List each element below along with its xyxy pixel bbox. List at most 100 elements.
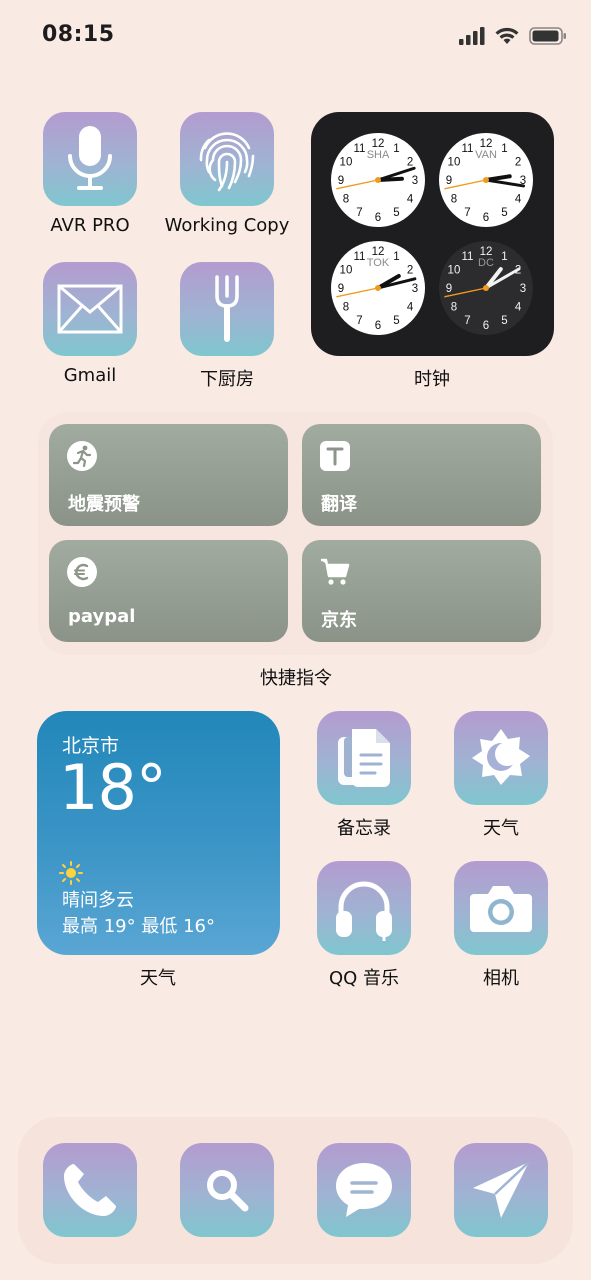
shortcut-translate[interactable]: 翻译 [302,424,541,526]
clock-numeral: 7 [464,315,470,327]
send-app-button[interactable] [454,1143,548,1237]
battery-icon [529,27,566,45]
clock-numeral: 9 [338,283,344,295]
fingerprint-icon [199,132,255,192]
xiachufang-app-button[interactable] [180,262,274,356]
clock-numeral: 6 [375,212,381,224]
clock-numeral: 11 [354,143,366,155]
search-app-button[interactable] [180,1143,274,1237]
weather-widget[interactable]: 北京市 18° 晴间多云 最高 19° 最低 16° [37,711,280,955]
gmail-app-button[interactable] [43,262,137,356]
status-icons [459,26,567,46]
clock-city-label: VAN [475,149,497,161]
shortcut-label: 京东 [321,610,357,631]
clock-numeral: 7 [356,315,362,327]
app-label: Gmail [63,365,117,386]
clock-numeral: 3 [412,175,418,187]
clock-numeral: 10 [448,265,461,277]
status-time: 08:15 [42,22,115,47]
analog-clock-face: 12 1234567891011SHA [331,133,425,227]
headphones-icon [336,881,392,941]
camera-icon [470,886,532,932]
clock-numeral: 1 [501,251,507,263]
shortcut-label: 地震预警 [68,494,140,515]
clock-numeral: 11 [462,143,474,155]
text-t-icon [320,441,350,471]
app-label: Working Copy [164,215,290,236]
qq-music-app-button[interactable] [317,861,411,955]
clock-numeral: 2 [407,157,413,169]
shortcut-jd[interactable]: 京东 [302,540,541,642]
cellular-signal-icon [459,27,485,45]
message-icon [336,1163,392,1217]
clock-numeral: 8 [343,302,349,314]
clock-numeral: 10 [340,265,353,277]
microphone-icon [68,126,112,190]
messages-app-button[interactable] [317,1143,411,1237]
clock-numeral: 6 [483,212,489,224]
phone-icon [64,1164,116,1216]
clock-faces: 12 1234567891011SHA12 1234567891011VAN12 12… [331,133,533,335]
envelope-icon [57,284,123,334]
weather-app-button[interactable] [454,711,548,805]
app-label: 相机 [483,968,519,989]
world-clock-widget[interactable]: 12 1 2 3 4 5 6 7 8 9 10 11 SHA 12 1 2 3 4 5 6 7 8 9 10 11 VAN 12 1 2… [311,112,554,356]
documents-icon [338,729,390,787]
clock-numeral: 11 [462,251,474,263]
clock-numeral: 3 [520,283,526,295]
app-label: 下厨房 [200,369,254,390]
clock-numeral: 2 [515,157,521,169]
app-label: QQ 音乐 [328,968,400,989]
clock-numeral: 6 [375,320,381,332]
shortcut-label: 翻译 [321,494,357,515]
clock-numeral: 1 [393,251,399,263]
shortcuts-widget: 地震预警 翻译 paypal 京东 [38,412,553,655]
search-icon [207,1170,249,1212]
working-copy-app-button[interactable] [180,112,274,206]
clock-numeral: 8 [343,194,349,206]
app-label: AVR PRO [50,215,130,236]
clock-numeral: 6 [483,320,489,332]
clock-numeral: 1 [393,143,399,155]
analog-clock-face: 12 1234567891011VAN [439,133,533,227]
clock-numeral: 9 [338,175,344,187]
clock-numeral: 8 [451,302,457,314]
shortcut-paypal[interactable]: paypal [49,540,288,642]
analog-clock-face: 12 1234567891011TOK [331,241,425,335]
sun-icon [59,861,83,885]
app-label: 天气 [483,818,519,839]
shortcut-label: paypal [68,606,136,627]
clock-city-label: SHA [367,149,390,161]
clock-numeral: 1 [501,143,507,155]
clock-numeral: 4 [515,194,522,206]
clock-numeral: 4 [407,302,414,314]
fork-icon [215,275,239,342]
clock-numeral: 9 [446,283,452,295]
clock-numeral: 7 [464,207,470,219]
widget-label: 时钟 [414,369,450,390]
app-label: 备忘录 [337,818,391,839]
avr-pro-app-button[interactable] [43,112,137,206]
phone-app-button[interactable] [43,1143,137,1237]
wifi-icon [495,27,519,44]
clock-numeral: 9 [446,175,452,187]
clock-numeral: 7 [356,207,362,219]
running-person-icon [67,441,97,471]
clock-numeral: 5 [501,315,507,327]
clock-numeral: 10 [448,157,461,169]
camera-app-button[interactable] [454,861,548,955]
paper-plane-icon [473,1161,530,1218]
weather-temperature: 18° [59,751,167,824]
clock-numeral: 8 [451,194,457,206]
clock-numeral: 5 [393,207,399,219]
sun-moon-icon [472,729,530,785]
clock-numeral: 2 [407,265,413,277]
cart-icon [321,558,350,585]
clock-numeral: 5 [393,315,399,327]
clock-numeral: 5 [501,207,507,219]
shortcut-earthquake-warning[interactable]: 地震预警 [49,424,288,526]
notes-app-button[interactable] [317,711,411,805]
euro-icon [67,557,97,587]
analog-clock-face: 121234567891011DC [439,241,533,335]
clock-numeral: 4 [407,194,414,206]
